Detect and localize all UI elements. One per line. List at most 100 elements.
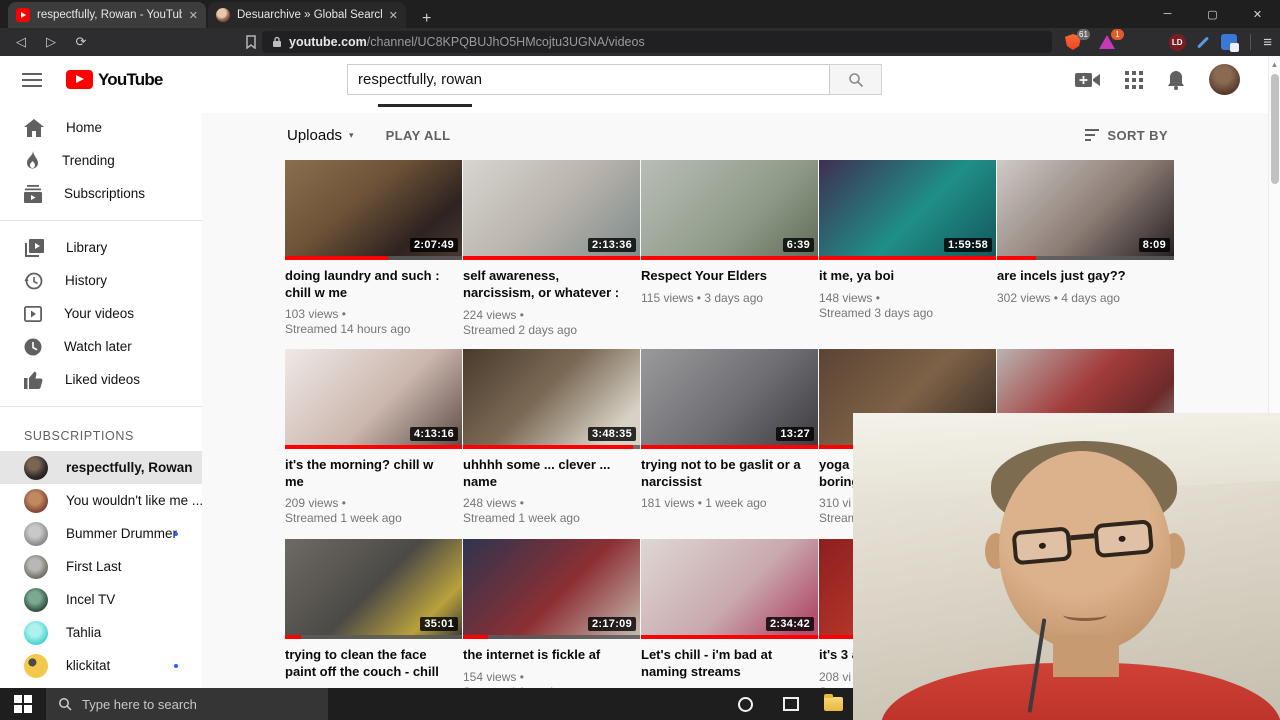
video-card[interactable]: 2:34:42 Let's chill - i'm bad at naming … <box>641 539 818 702</box>
apps-grid-icon[interactable] <box>1125 70 1143 89</box>
sort-icon <box>1085 129 1100 141</box>
video-thumbnail[interactable]: 2:17:09 <box>463 539 640 639</box>
channel-avatar <box>24 455 48 480</box>
sidebar-item-liked-videos[interactable]: Liked videos <box>0 363 202 396</box>
url-field[interactable]: youtube.com/channel/UC8KPQBUJhO5HMcojtu3… <box>262 31 1052 53</box>
watch-progress-track <box>641 256 818 260</box>
video-thumbnail[interactable]: 3:48:35 <box>463 349 640 449</box>
subscription-klickitat[interactable]: klickitat <box>0 649 202 682</box>
tab-close-icon[interactable]: ✕ <box>189 9 198 22</box>
search-icon <box>59 698 72 711</box>
video-card[interactable]: 2:07:49 doing laundry and such : chill w… <box>285 160 462 338</box>
video-thumbnail[interactable]: 8:09 <box>997 160 1174 260</box>
video-title[interactable]: it's the morning? chill w me <box>285 457 462 490</box>
sidebar-item-home[interactable]: Home <box>0 111 202 144</box>
sidebar-item-trending[interactable]: Trending <box>0 144 202 177</box>
extension-ld-icon[interactable]: LD <box>1166 31 1188 53</box>
duration-badge: 6:39 <box>782 238 814 252</box>
new-tab-button[interactable]: + <box>416 10 437 28</box>
close-button[interactable]: ✕ <box>1235 0 1280 28</box>
subscription-incel-tv[interactable]: Incel TV <box>0 583 202 616</box>
video-card[interactable]: 3:48:35 uhhhh some ... clever ... name 2… <box>463 349 640 526</box>
browser-menu-icon[interactable]: ≡ <box>1263 34 1272 51</box>
browser-tab-desuarchive[interactable]: Desuarchive » Global Search » Sea ✕ <box>208 2 406 28</box>
video-thumbnail[interactable]: 35:01 <box>285 539 462 639</box>
subscription-respectfully-rowan[interactable]: respectfully, Rowan <box>0 451 202 484</box>
lock-icon <box>273 36 281 47</box>
video-card[interactable]: 35:01 trying to clean the face paint off… <box>285 539 462 702</box>
video-title[interactable]: trying to clean the face paint off the c… <box>285 647 462 681</box>
video-card[interactable]: 2:17:09 the internet is fickle af 154 vi… <box>463 539 640 702</box>
channel-avatar <box>24 587 48 612</box>
task-view-icon[interactable] <box>770 688 812 720</box>
video-card[interactable]: 2:13:36 self awareness, narcissism, or w… <box>463 160 640 338</box>
watch-progress-track <box>285 445 462 449</box>
subscription-you-wouldnt-like-me[interactable]: You wouldn't like me ... <box>0 484 203 517</box>
browser-tab-youtube[interactable]: respectfully, Rowan - YouTube ✕ <box>8 2 206 28</box>
search-button[interactable] <box>830 64 882 95</box>
scrollbar-thumb[interactable] <box>1271 74 1279 184</box>
video-thumbnail[interactable]: 1:59:58 <box>819 160 996 260</box>
back-button[interactable]: ◁ <box>8 34 34 50</box>
video-title[interactable]: Respect Your Elders <box>641 268 818 285</box>
hamburger-menu-icon[interactable] <box>22 72 42 87</box>
sidebar-item-subscriptions[interactable]: Subscriptions <box>0 177 202 210</box>
video-thumbnail[interactable]: 2:07:49 <box>285 160 462 260</box>
tab-close-icon[interactable]: ✕ <box>389 9 398 22</box>
maximize-button[interactable]: ▢ <box>1190 0 1235 28</box>
video-card[interactable]: 8:09 are incels just gay?? 302 views • 4… <box>997 160 1174 338</box>
video-thumbnail[interactable]: 6:39 <box>641 160 818 260</box>
pencil-shape <box>1197 35 1210 49</box>
extension-pencil-icon[interactable] <box>1192 31 1214 53</box>
cortana-icon[interactable] <box>724 688 766 720</box>
video-title[interactable]: trying not to be gaslit or a narcissist <box>641 457 818 490</box>
video-card[interactable]: 1:59:58 it me, ya boi 148 views • Stream… <box>819 160 996 338</box>
create-video-icon[interactable] <box>1075 71 1101 89</box>
taskbar-search[interactable]: Type here to search <box>46 688 328 720</box>
video-card[interactable]: 4:13:16 it's the morning? chill w me 209… <box>285 349 462 526</box>
notifications-bell-icon[interactable] <box>1167 70 1185 90</box>
adblock-triangle-icon[interactable]: 1 <box>1096 29 1124 53</box>
video-title[interactable]: doing laundry and such : chill w me <box>285 268 462 301</box>
video-card[interactable]: 13:27 trying not to be gaslit or a narci… <box>641 349 818 526</box>
youtube-logo[interactable]: YouTube <box>66 70 163 90</box>
sidebar-item-library[interactable]: Library <box>0 231 202 264</box>
subscription-first-last[interactable]: First Last <box>0 550 202 583</box>
video-title[interactable]: self awareness, narcissism, or whatever … <box>463 268 640 302</box>
video-title[interactable]: it me, ya boi <box>819 268 996 285</box>
sidebar-item-your-videos[interactable]: Your videos <box>0 297 202 330</box>
duration-badge: 1:59:58 <box>943 238 992 252</box>
url-path: /channel/UC8KPQBUJhO5HMcojtu3UGNA/videos <box>366 35 645 49</box>
video-thumbnail[interactable]: 2:34:42 <box>641 539 818 639</box>
video-title[interactable]: Let's chill - i'm bad at naming streams <box>641 647 818 680</box>
extension-translate-icon[interactable] <box>1218 31 1240 53</box>
video-thumbnail[interactable]: 2:13:36 <box>463 160 640 260</box>
brave-shield-icon[interactable]: 61 <box>1062 29 1090 53</box>
video-title[interactable]: uhhhh some ... clever ... name <box>463 457 640 490</box>
video-title[interactable]: the internet is fickle af <box>463 647 640 664</box>
forward-button[interactable]: ▷ <box>38 34 64 50</box>
video-card[interactable]: 6:39 Respect Your Elders 115 views • 3 d… <box>641 160 818 338</box>
search-input[interactable] <box>347 64 830 95</box>
subscription-bummer-drummer[interactable]: Bummer Drummer <box>0 517 202 550</box>
uploads-dropdown[interactable]: Uploads <box>287 127 342 144</box>
video-title[interactable]: are incels just gay?? <box>997 268 1174 285</box>
play-all-button[interactable]: PLAY ALL <box>386 128 451 143</box>
video-thumbnail[interactable]: 13:27 <box>641 349 818 449</box>
bookmark-icon[interactable] <box>244 35 258 49</box>
minimize-button[interactable]: ─ <box>1145 0 1190 28</box>
chevron-down-icon[interactable]: ▾ <box>349 130 354 141</box>
channel-avatar <box>24 653 48 678</box>
sidebar-item-watch-later[interactable]: Watch later <box>0 330 202 363</box>
sort-by-button[interactable]: SORT BY <box>1085 128 1168 143</box>
scrollbar-up-arrow[interactable]: ▲ <box>1269 56 1280 69</box>
screen: respectfully, Rowan - YouTube ✕ Desuarch… <box>0 0 1280 720</box>
start-button[interactable] <box>0 688 46 720</box>
sidebar-item-history[interactable]: History <box>0 264 202 297</box>
subscription-tahlia[interactable]: Tahlia <box>0 616 202 649</box>
video-date: Streamed 1 week ago <box>463 511 580 525</box>
reload-button[interactable]: ⟳ <box>68 34 94 50</box>
account-avatar[interactable] <box>1209 64 1240 95</box>
video-thumbnail[interactable]: 4:13:16 <box>285 349 462 449</box>
file-explorer-icon[interactable] <box>812 688 854 720</box>
